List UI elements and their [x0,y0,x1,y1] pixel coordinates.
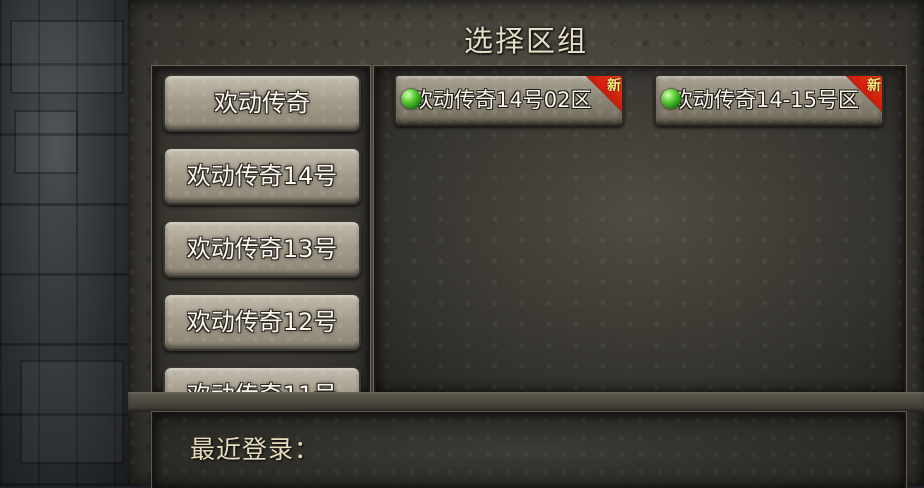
server-button[interactable]: 欢动传奇14-15号区 新 [654,74,884,126]
status-online-icon [661,89,681,109]
group-item[interactable]: 欢动传奇12号 [163,293,361,351]
wall-carving [20,360,124,464]
group-item[interactable]: 欢动传奇 [163,74,361,132]
server-group-list[interactable]: 欢动传奇 欢动传奇14号 欢动传奇13号 欢动传奇12号 欢动传奇11号 [152,66,370,394]
backdrop-wall [0,0,140,486]
group-item[interactable]: 欢动传奇13号 [163,220,361,278]
page-title: 选择区组 [463,24,588,58]
recent-login-label: 最近登录： [190,435,321,464]
wall-carving [14,110,78,174]
group-item[interactable]: 欢动传奇14号 [163,147,361,205]
new-badge-text: 新 [607,78,621,94]
server-button[interactable]: 欢动传奇14号02区 新 [394,74,624,126]
wall-carving [10,20,124,94]
group-item[interactable]: 欢动传奇11号 [163,366,361,392]
recent-login-bar: 最近登录： [152,412,906,488]
status-online-icon [401,89,421,109]
stone-divider [128,392,924,412]
server-list-area: 欢动传奇14号02区 新 欢动传奇14-15号区 新 [374,66,906,394]
new-badge-text: 新 [867,78,881,94]
